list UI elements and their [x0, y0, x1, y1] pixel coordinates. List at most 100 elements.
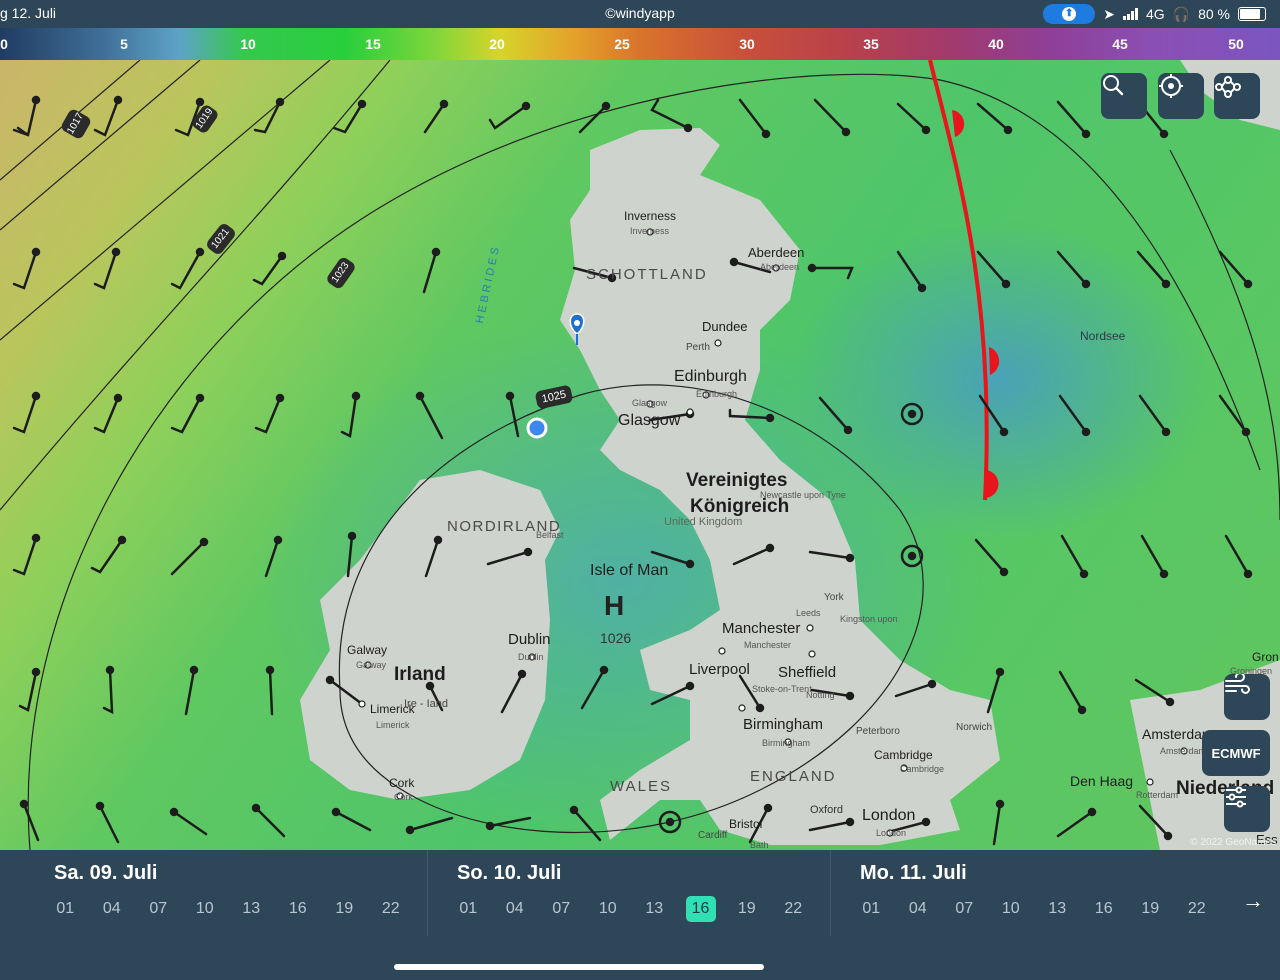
- wind-speed-scale: 0 5 10 15 20 25 30 35 40 45 50: [0, 28, 1280, 60]
- hour-button[interactable]: 07: [135, 896, 182, 922]
- city-label[interactable]: York: [824, 592, 844, 603]
- hour-button[interactable]: 22: [770, 896, 817, 922]
- home-indicator[interactable]: [394, 964, 764, 970]
- city-sublabel: Manchester: [744, 640, 792, 650]
- hour-button[interactable]: 04: [89, 896, 136, 922]
- hour-button[interactable]: 16: [275, 896, 322, 922]
- city-label[interactable]: Manchester: [722, 620, 800, 637]
- hour-button[interactable]: 22: [368, 896, 415, 922]
- city-label[interactable]: Cambridge: [874, 748, 933, 762]
- city-sublabel: Newcastle upon Tyne: [760, 490, 846, 500]
- scale-tick: 15: [365, 36, 381, 52]
- day-label: So. 10. Juli: [457, 862, 562, 884]
- hour-button[interactable]: 01: [848, 896, 895, 922]
- battery-level: 80 %: [1198, 6, 1230, 22]
- island-label[interactable]: Isle of Man: [590, 562, 668, 580]
- city-label[interactable]: Cardiff: [698, 830, 727, 841]
- hour-button[interactable]: 07: [941, 896, 988, 922]
- weather-map[interactable]: 1017 1019 1021 1023 1025 Inverness Inver…: [0, 60, 1280, 850]
- city-label[interactable]: Aberdeen: [748, 245, 804, 260]
- settings-button[interactable]: [1224, 786, 1270, 832]
- city-sublabel: Edinburgh: [696, 389, 738, 399]
- wind-layer-button[interactable]: [1224, 674, 1270, 720]
- search-icon: [1103, 75, 1124, 96]
- search-button[interactable]: [1101, 73, 1147, 119]
- city-label[interactable]: Perth: [686, 342, 710, 353]
- city-label[interactable]: Bristol: [729, 817, 762, 831]
- hour-button[interactable]: 10: [585, 896, 632, 922]
- hour-button[interactable]: 19: [1127, 896, 1174, 922]
- day-column: So. 10. Juli 01 04 07 10 13 16 19 22: [427, 850, 831, 936]
- city-label[interactable]: Inverness: [624, 209, 676, 223]
- city-label[interactable]: Edinburgh: [674, 368, 747, 386]
- city-sublabel: Glasgow: [632, 398, 668, 408]
- hour-button[interactable]: 10: [988, 896, 1035, 922]
- next-arrow-icon[interactable]: →: [1242, 888, 1264, 914]
- city-label[interactable]: Den Haag: [1070, 773, 1133, 789]
- city-label[interactable]: Glasgow: [618, 412, 680, 430]
- network-type: 4G: [1145, 6, 1165, 22]
- map-labels: Inverness Inverness Aberdeen Aberdeen SC…: [0, 60, 1280, 850]
- hour-button[interactable]: 13: [631, 896, 678, 922]
- city-label[interactable]: Cork: [389, 776, 414, 790]
- day-column: Mo. 11. Juli 01 04 07 10 13 16 19 22: [830, 850, 1233, 936]
- scale-tick: 45: [1112, 36, 1128, 52]
- city-label[interactable]: Sheffield: [778, 664, 836, 681]
- hour-button[interactable]: 13: [228, 896, 275, 922]
- city-label[interactable]: London: [862, 807, 915, 825]
- status-bar: g 12. Juli ©windyapp ⬆ ➤ 4G 🎧 80 %: [0, 0, 1280, 28]
- hour-button[interactable]: 16: [1081, 896, 1128, 922]
- hour-button[interactable]: 13: [1034, 896, 1081, 922]
- sliders-icon: [1226, 786, 1246, 808]
- model-selector-button[interactable]: ECMWF: [1202, 730, 1270, 776]
- city-label[interactable]: Gron: [1252, 650, 1279, 664]
- region-label: ENGLAND: [750, 768, 837, 785]
- location-arrow-icon: ➤: [1103, 5, 1115, 22]
- city-label[interactable]: Galway: [347, 643, 387, 657]
- city-sublabel: Notting: [806, 690, 835, 700]
- hour-button[interactable]: 07: [538, 896, 585, 922]
- hour-button[interactable]: 19: [724, 896, 771, 922]
- city-sublabel: Amsterdam: [1160, 746, 1207, 756]
- scale-tick: 35: [863, 36, 879, 52]
- hour-button[interactable]: 22: [1174, 896, 1221, 922]
- scale-tick: 30: [739, 36, 755, 52]
- map-copyright: © 2022 GeoNames: [1190, 837, 1276, 848]
- city-sublabel: Belfast: [536, 530, 564, 540]
- city-sublabel: London: [876, 828, 907, 838]
- city-label[interactable]: Limerick: [370, 702, 415, 716]
- hour-button-selected[interactable]: 16: [685, 896, 716, 922]
- scale-tick: 0: [0, 36, 8, 52]
- country-sublabel: United Kingdom: [664, 516, 743, 528]
- city-label[interactable]: Birmingham: [743, 716, 823, 733]
- hour-button[interactable]: 04: [895, 896, 942, 922]
- city-label[interactable]: Oxford: [810, 804, 843, 816]
- wind-icon: [1225, 674, 1250, 694]
- city-sublabel: Galway: [356, 660, 387, 670]
- scale-tick: 20: [489, 36, 505, 52]
- city-sublabel: Kingston upon: [840, 614, 898, 624]
- city-label[interactable]: Liverpool: [689, 661, 750, 678]
- locate-button[interactable]: [1158, 73, 1204, 119]
- scale-tick: 50: [1228, 36, 1244, 52]
- compass-icon: ⬆: [1062, 7, 1077, 21]
- region-label: WALES: [610, 778, 672, 795]
- city-sublabel: Inverness: [630, 226, 670, 236]
- hour-button[interactable]: 10: [182, 896, 229, 922]
- hour-button[interactable]: 04: [492, 896, 539, 922]
- city-label[interactable]: Dundee: [702, 319, 748, 334]
- city-sublabel: Rotterdam: [1136, 790, 1179, 800]
- hour-button[interactable]: 19: [321, 896, 368, 922]
- hour-list: 01 04 07 10 13 16 19 22: [42, 896, 414, 922]
- route-button[interactable]: [1214, 73, 1260, 119]
- status-indicators: ⬆ ➤ 4G 🎧 80 %: [1043, 4, 1266, 24]
- hour-button[interactable]: 01: [42, 896, 89, 922]
- city-label[interactable]: Peterboro: [856, 726, 900, 737]
- route-icon: [1215, 76, 1241, 98]
- region-label: SCHOTTLAND: [586, 266, 708, 283]
- hour-button[interactable]: 01: [445, 896, 492, 922]
- city-label[interactable]: Norwich: [956, 722, 992, 733]
- city-label[interactable]: Dublin: [508, 631, 551, 648]
- city-sublabel: Bath: [750, 840, 769, 850]
- country-label: Irland: [394, 664, 446, 685]
